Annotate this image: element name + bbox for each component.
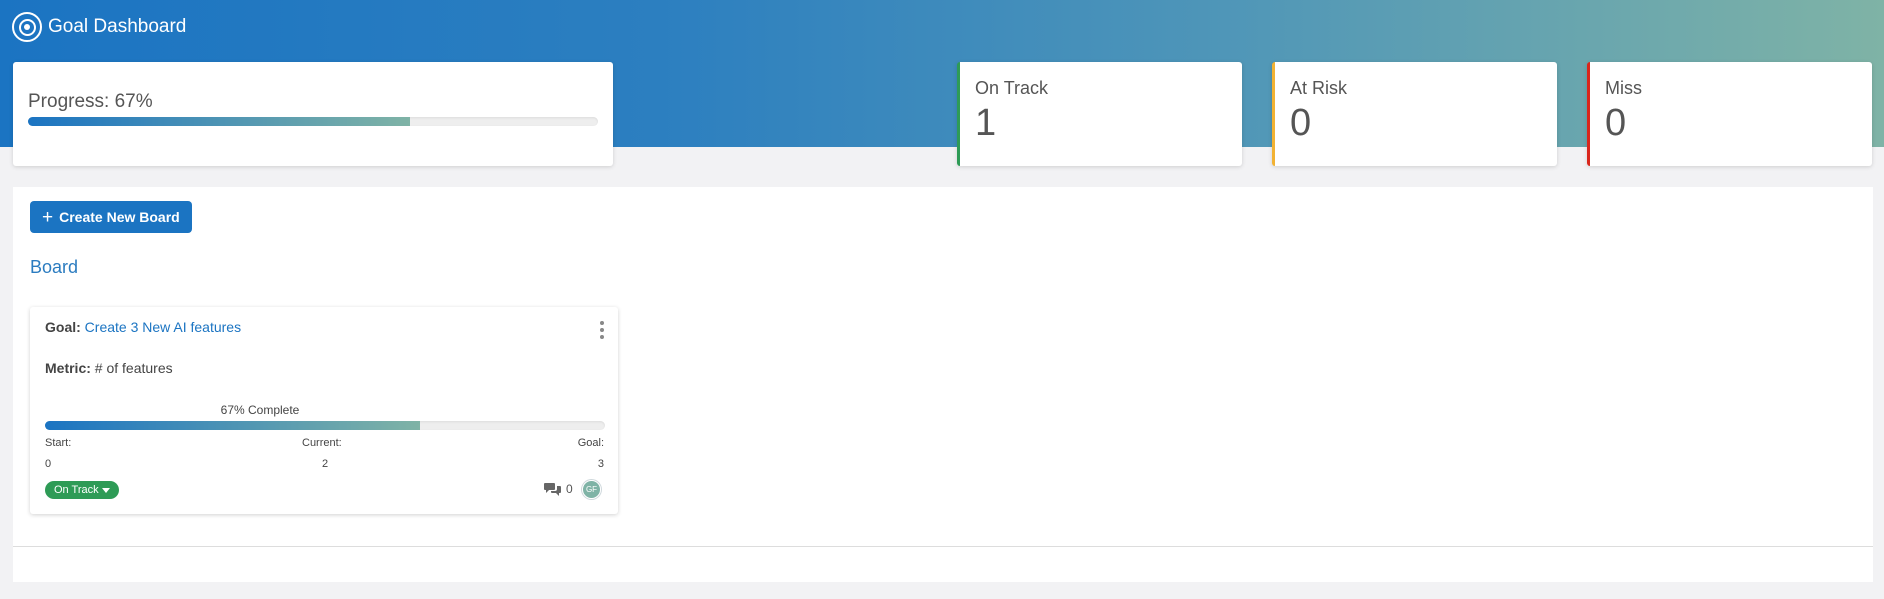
target-icon[interactable]: [12, 12, 42, 42]
comment-count: 0: [566, 482, 573, 496]
goal-value: 3: [597, 458, 604, 470]
overall-progress-fill: [28, 117, 410, 126]
overall-progress-bar: [28, 117, 598, 126]
overall-progress-card: Progress: 67%: [13, 62, 613, 166]
board-panel: + Create New Board Board Goal: Create 3 …: [13, 187, 1873, 582]
caret-down-icon: [101, 488, 110, 493]
goal-progress-fill: [45, 421, 421, 430]
current-label: Current:: [302, 437, 342, 449]
comments-button[interactable]: 0: [544, 482, 573, 496]
app-header: Goal Dashboard: [12, 12, 186, 42]
at-risk-count: 0: [1290, 102, 1312, 144]
metric-line: Metric: # of features: [45, 360, 173, 376]
at-risk-card[interactable]: At Risk 0: [1272, 62, 1557, 166]
miss-card[interactable]: Miss 0: [1587, 62, 1872, 166]
start-value: 0: [45, 458, 52, 470]
goal-line: Goal: Create 3 New AI features: [45, 319, 241, 335]
status-label: On Track: [54, 484, 99, 496]
goal-complete-label: 67% Complete: [220, 403, 300, 417]
goal-progress-bar: [45, 421, 605, 430]
on-track-count: 1: [975, 102, 997, 144]
comments-icon: [544, 483, 561, 496]
plus-icon: +: [42, 206, 54, 228]
current-value: 2: [322, 458, 329, 470]
board-title: Board: [30, 257, 79, 277]
metric-label: Metric:: [45, 360, 91, 376]
goal-card[interactable]: Goal: Create 3 New AI features Metric: #…: [30, 307, 618, 514]
start-label: Start:: [45, 437, 72, 449]
create-new-board-label: Create New Board: [59, 209, 180, 225]
app-title: Goal Dashboard: [48, 16, 187, 37]
on-track-label: On Track: [975, 78, 1049, 98]
goal-value-label: Goal:: [577, 437, 604, 449]
miss-label: Miss: [1605, 78, 1642, 98]
at-risk-label: At Risk: [1290, 78, 1348, 98]
create-new-board-button[interactable]: + Create New Board: [30, 201, 192, 233]
status-dropdown[interactable]: On Track: [45, 481, 119, 499]
avatar[interactable]: GF: [582, 480, 601, 499]
on-track-card[interactable]: On Track 1: [957, 62, 1242, 166]
goal-title-link[interactable]: Create 3 New AI features: [85, 319, 241, 335]
more-options-icon[interactable]: [599, 321, 605, 339]
overall-progress-label: Progress: 67%: [28, 91, 153, 112]
panel-divider: [13, 546, 1873, 547]
miss-count: 0: [1605, 102, 1627, 144]
metric-value: # of features: [94, 360, 173, 376]
goal-label: Goal:: [45, 319, 81, 335]
